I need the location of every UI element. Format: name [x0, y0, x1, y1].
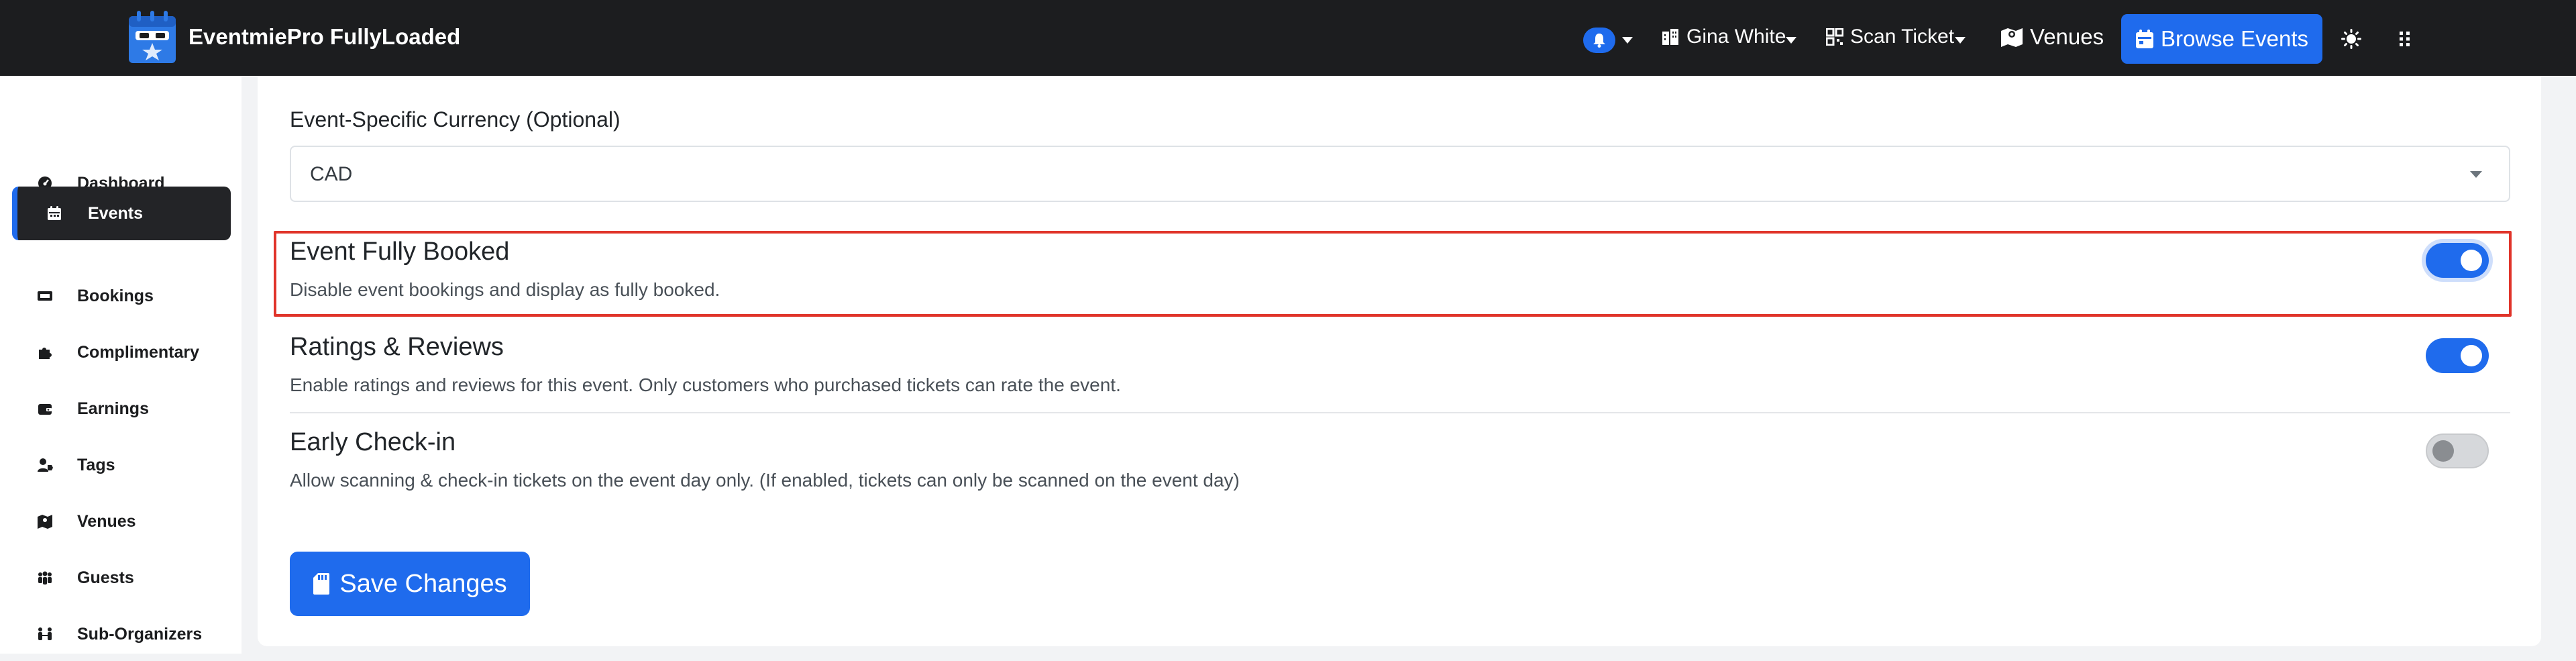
sidebar-item-label: Venues: [77, 512, 136, 531]
currency-select[interactable]: CAD: [290, 146, 2510, 202]
save-changes-button[interactable]: Save Changes: [290, 552, 530, 616]
sidebar-item-venues[interactable]: Venues: [12, 495, 231, 548]
people-icon: [38, 571, 52, 584]
sidebar-item-label: Sub-Organizers: [77, 625, 203, 644]
user-tag-icon: [38, 458, 53, 472]
browse-events-label: Browse Events: [2160, 26, 2309, 51]
sidebar-item-label: Earnings: [77, 399, 149, 418]
calendar-logo-icon[interactable]: [127, 9, 177, 64]
event-fully-booked-toggle[interactable]: [2426, 243, 2489, 278]
sidebar-item-sub-organizers[interactable]: Sub-Organizers: [12, 607, 231, 661]
user-menu[interactable]: Gina White: [1661, 26, 1786, 48]
top-navbar: EventmiePro FullyLoaded Gina White Scan …: [0, 0, 2576, 76]
highlight-frame: [274, 231, 2512, 317]
ticket-icon: [38, 291, 52, 301]
sidebar-item-guests[interactable]: Guests: [12, 551, 231, 605]
building-icon: [1662, 29, 1678, 45]
setting-description: Allow scanning & check-in tickets on the…: [290, 470, 1240, 491]
map-icon: [2001, 28, 2023, 47]
sidebar-item-tags[interactable]: Tags: [12, 438, 231, 492]
user-name: Gina White: [1686, 26, 1786, 48]
toggle-knob: [2432, 440, 2454, 462]
notifications-caret-icon[interactable]: [1622, 37, 1633, 44]
sidebar-item-complimentary[interactable]: Complimentary: [12, 325, 231, 379]
early-check-in-toggle[interactable]: [2426, 434, 2489, 468]
venues-label: Venues: [2030, 24, 2104, 49]
setting-title: Ratings & Reviews: [290, 333, 504, 361]
scan-ticket-caret-icon[interactable]: [1955, 37, 1966, 44]
currency-selected-value: CAD: [310, 163, 353, 185]
map-icon: [38, 515, 52, 529]
user-menu-caret-icon[interactable]: [1786, 37, 1796, 44]
chevron-down-icon: [2470, 171, 2482, 178]
currency-label: Event-Specific Currency (Optional): [290, 107, 621, 132]
bell-icon: [1593, 34, 1605, 48]
sidebar-item-label: Tags: [77, 456, 115, 474]
toggle-knob: [2461, 345, 2482, 366]
notifications-button[interactable]: [1583, 28, 1615, 53]
setting-description: Enable ratings and reviews for this even…: [290, 374, 1121, 395]
calendar-icon: [2135, 30, 2153, 48]
sidebar: Dashboard Events Bookings Complimentary …: [0, 76, 241, 654]
browse-events-button[interactable]: Browse Events: [2121, 14, 2322, 64]
calendar-icon: [48, 206, 61, 220]
sun-icon[interactable]: [2341, 29, 2361, 49]
save-changes-label: Save Changes: [339, 569, 507, 598]
people-arrows-icon: [38, 627, 52, 640]
sidebar-item-label: Complimentary: [77, 343, 199, 362]
sidebar-item-label: Guests: [77, 568, 134, 587]
sidebar-item-label: Events: [88, 204, 143, 223]
sidebar-item-bookings[interactable]: Bookings: [12, 269, 231, 323]
setting-title: Early Check-in: [290, 428, 456, 456]
sidebar-item-label: Bookings: [77, 287, 154, 305]
sd-card-icon: [313, 573, 330, 595]
setting-title: Event Fully Booked: [290, 238, 510, 266]
venues-link[interactable]: Venues: [2000, 24, 2104, 50]
wallet-icon: [38, 404, 52, 415]
divider: [290, 412, 2510, 413]
grid-icon[interactable]: [2399, 31, 2411, 47]
scan-ticket-menu[interactable]: Scan Ticket: [1826, 26, 1954, 48]
toggle-knob: [2461, 250, 2482, 271]
brand-name[interactable]: EventmiePro FullyLoaded: [189, 24, 460, 50]
setting-description: Disable event bookings and display as fu…: [290, 279, 720, 300]
qr-code-icon: [1826, 28, 1843, 46]
sidebar-item-earnings[interactable]: Earnings: [12, 382, 231, 436]
ratings-reviews-toggle[interactable]: [2426, 338, 2489, 373]
scan-ticket-label: Scan Ticket: [1850, 26, 1955, 48]
sidebar-item-events[interactable]: Events: [12, 187, 231, 240]
puzzle-icon: [39, 348, 52, 359]
